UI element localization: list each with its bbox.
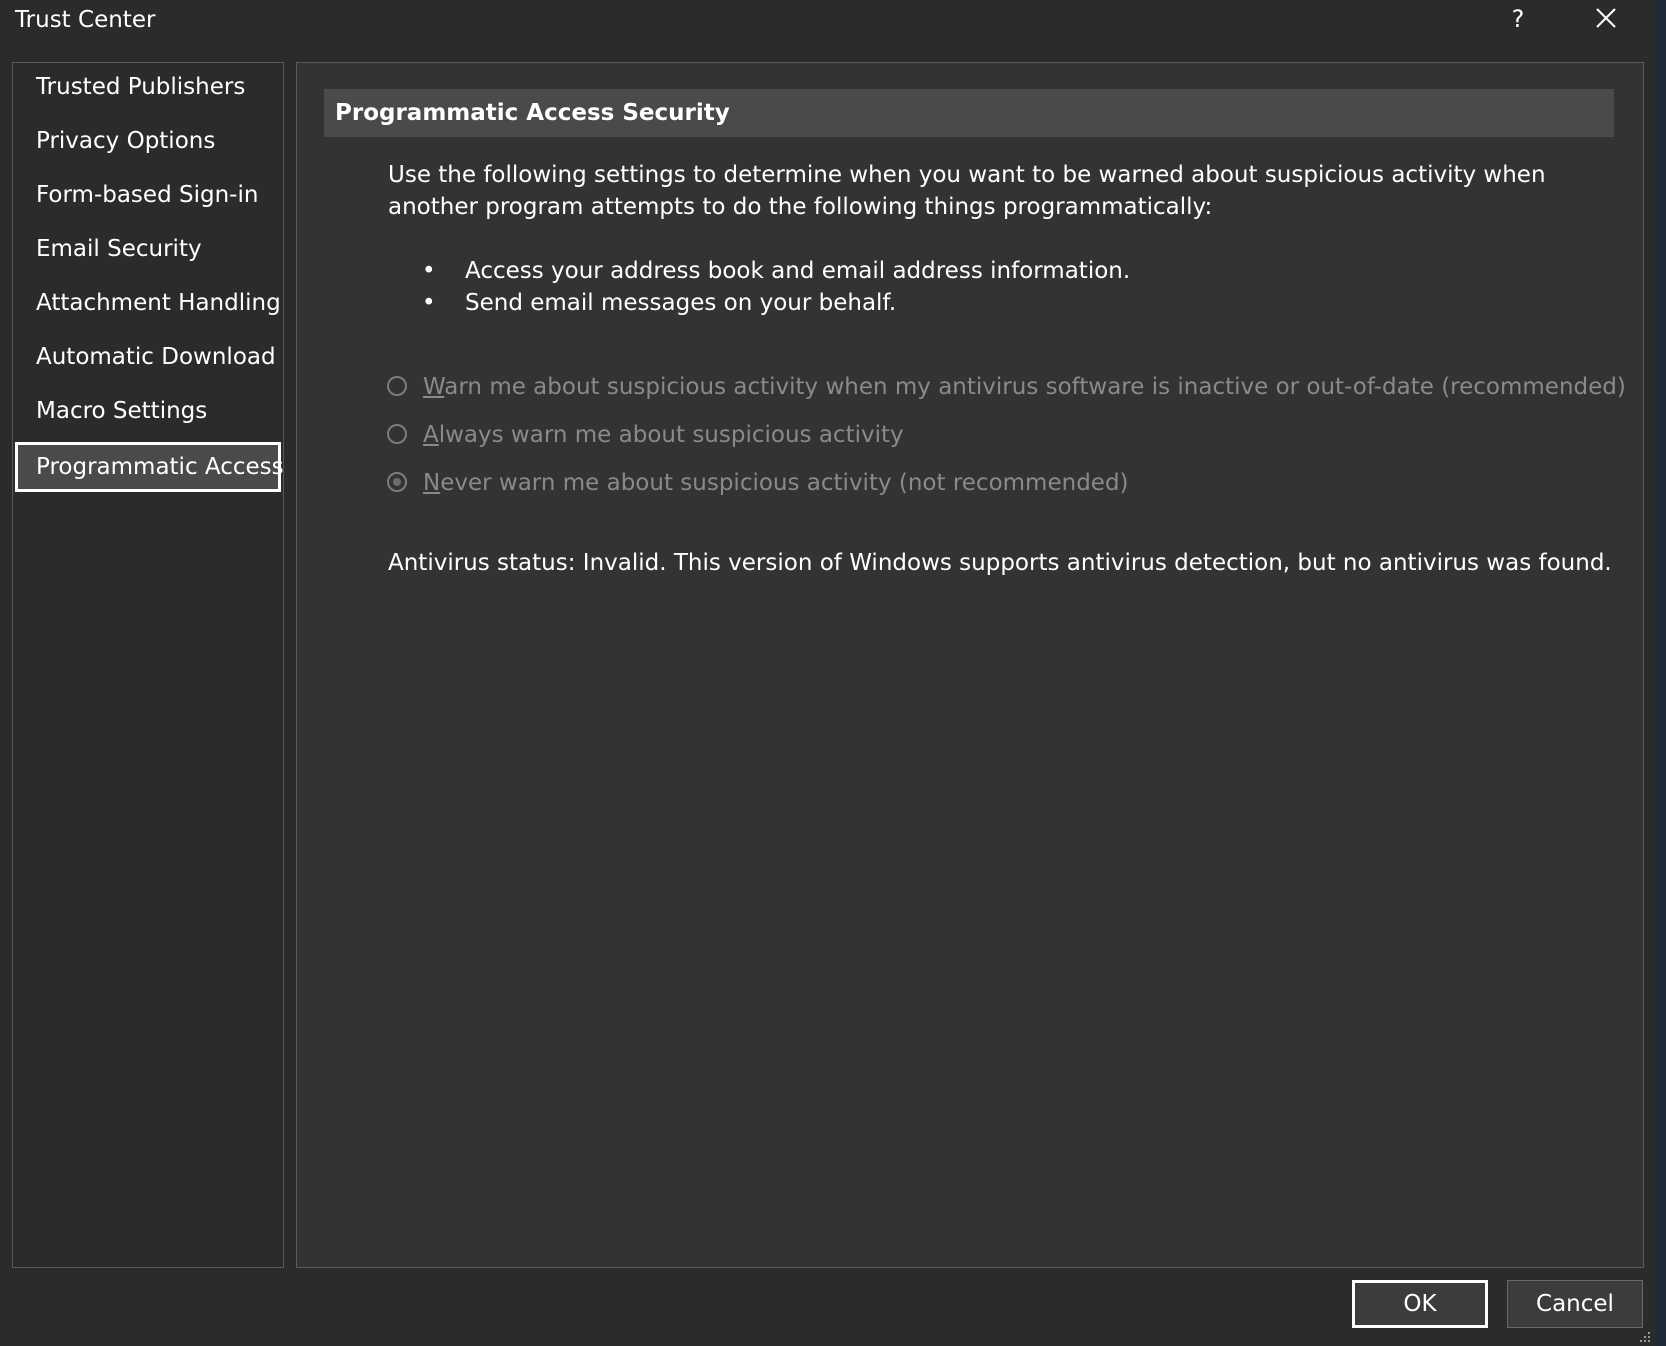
antivirus-status: Antivirus status: Invalid. This version … — [388, 550, 1612, 576]
nav-item-email-security[interactable]: Email Security — [15, 225, 281, 275]
radio-label: Warn me about suspicious activity when m… — [423, 374, 1626, 400]
trust-center-dialog: Trust Center ? Trusted Publishers Privac… — [0, 0, 1657, 1346]
resize-grip-icon[interactable] — [1638, 1330, 1652, 1344]
radio-button[interactable] — [387, 376, 407, 396]
description-text: Use the following settings to determine … — [388, 162, 1546, 220]
section-title: Programmatic Access Security — [335, 100, 730, 126]
title-bar: Trust Center ? — [0, 0, 1656, 40]
bullet-dot: • — [422, 258, 436, 284]
radio-button[interactable] — [387, 424, 407, 444]
nav-item-attachment-handling[interactable]: Attachment Handling — [15, 279, 281, 329]
nav-item-privacy-options[interactable]: Privacy Options — [15, 117, 281, 167]
category-nav: Trusted Publishers Privacy Options Form-… — [12, 62, 284, 1268]
help-button[interactable]: ? — [1500, 2, 1536, 36]
bullet-text: Send email messages on your behalf. — [465, 290, 897, 316]
close-icon — [1596, 8, 1616, 28]
ok-button[interactable]: OK — [1352, 1280, 1488, 1328]
close-button[interactable] — [1586, 2, 1626, 36]
background-window-edge — [1656, 0, 1666, 1346]
radio-label: Never warn me about suspicious activity … — [423, 470, 1129, 496]
nav-item-automatic-download[interactable]: Automatic Download — [15, 333, 281, 383]
window-title: Trust Center — [15, 7, 156, 33]
bullet-dot: • — [422, 290, 436, 316]
nav-item-macro-settings[interactable]: Macro Settings — [15, 387, 281, 437]
nav-item-programmatic-access[interactable]: Programmatic Access — [15, 442, 284, 492]
nav-item-form-based-sign-in[interactable]: Form-based Sign-in — [15, 171, 281, 221]
nav-item-trusted-publishers[interactable]: Trusted Publishers — [15, 63, 281, 113]
radio-label: Always warn me about suspicious activity — [423, 422, 904, 448]
section-header: Programmatic Access Security — [324, 89, 1614, 137]
bullet-text: Access your address book and email addre… — [465, 258, 1131, 284]
settings-panel: Programmatic Access Security Use the fol… — [296, 62, 1644, 1268]
radio-selected-dot — [393, 478, 401, 486]
cancel-button[interactable]: Cancel — [1507, 1280, 1643, 1328]
radio-button[interactable] — [387, 472, 407, 492]
